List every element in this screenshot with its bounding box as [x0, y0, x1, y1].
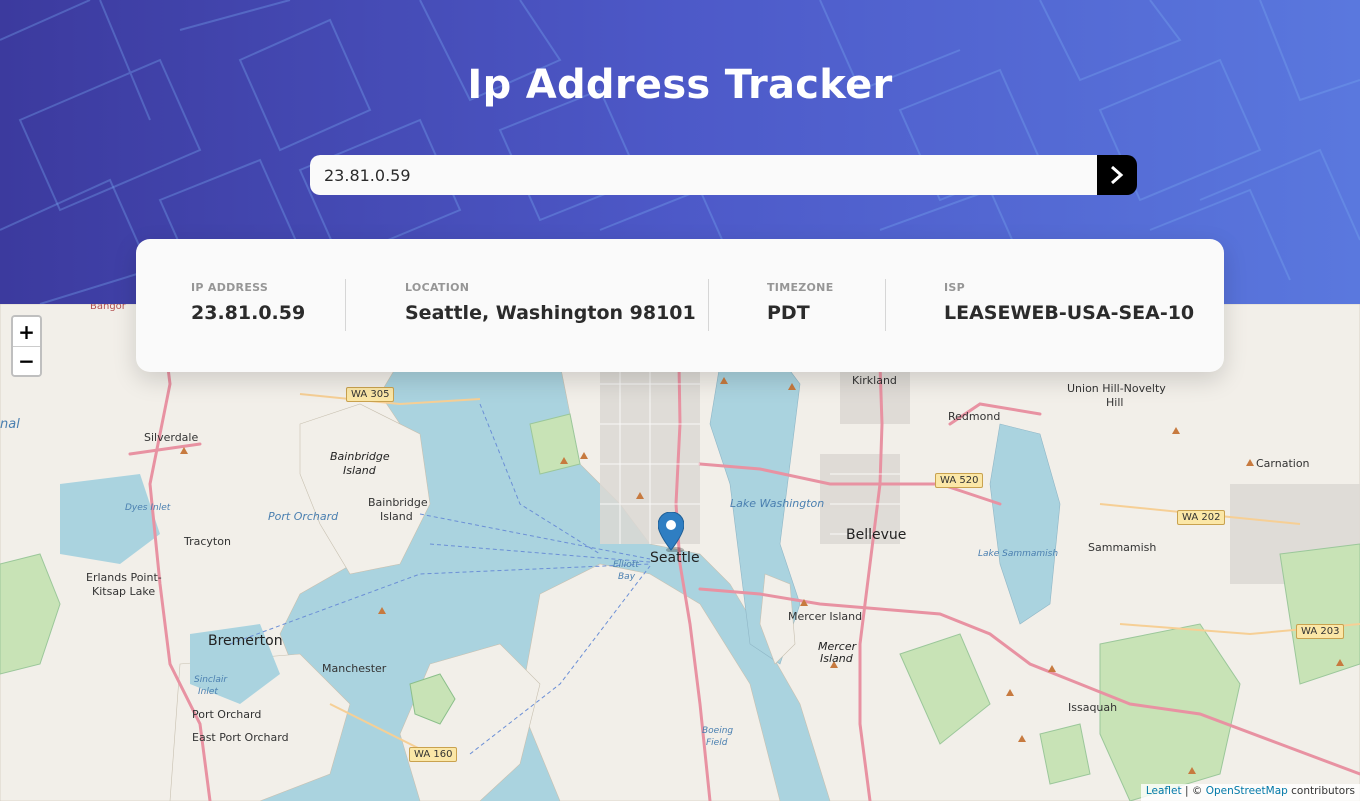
ip-address-value: 23.81.0.59: [191, 302, 306, 324]
map-label-union-hill-2: Hill: [1106, 396, 1124, 409]
search-submit-button[interactable]: [1097, 155, 1137, 195]
map-label-dyes-inlet: Dyes Inlet: [125, 503, 171, 513]
route-shield-wa160: WA 160: [409, 747, 458, 762]
chevron-right-icon: [1111, 165, 1124, 185]
map-label-port-orchard-water: Port Orchard: [268, 510, 339, 523]
map-label-east-port-orchard: East Port Orchard: [192, 731, 289, 744]
map-label-union-hill: Union Hill-Novelty: [1067, 382, 1166, 395]
map-label-bangor: Bangor: [90, 304, 126, 312]
timezone-label: TIMEZONE: [767, 281, 834, 294]
map-label-silverdale: Silverdale: [144, 431, 199, 444]
map-label-erlands-1: Erlands Point-: [86, 571, 162, 584]
divider: [885, 279, 886, 331]
map-label-sinclair-2: Inlet: [198, 687, 218, 697]
map-label-boeing-2: Field: [706, 738, 728, 748]
map-label-redmond: Redmond: [948, 410, 1001, 423]
map-label-boeing-1: Boeing: [702, 726, 734, 736]
map-label-lake-washington: Lake Washington: [730, 497, 825, 510]
map-label-sammamish: Sammamish: [1088, 541, 1157, 554]
map-label-bainbridge-1: Bainbridge: [330, 450, 390, 463]
ip-address-label: IP ADDRESS: [191, 281, 269, 294]
map-label-issaquah: Issaquah: [1068, 701, 1118, 714]
route-shield-wa305: WA 305: [346, 387, 395, 402]
divider: [345, 279, 346, 331]
map-label-bellevue: Bellevue: [846, 527, 907, 543]
isp-value: LEASEWEB-USA-SEA-10: [944, 302, 1195, 324]
isp-section: ISP LEASEWEB-USA-SEA-10: [944, 281, 1194, 324]
map-label-bremerton: Bremerton: [208, 633, 283, 649]
route-shield-wa520: WA 520: [935, 473, 984, 488]
location-label: LOCATION: [405, 281, 470, 294]
map-attribution: Leaflet | © OpenStreetMap contributors: [1140, 784, 1360, 801]
map-label-mercer-island: Mercer Island: [788, 610, 863, 623]
divider: [708, 279, 709, 331]
attribution-contributors: contributors: [1287, 785, 1355, 797]
map-label-manchester: Manchester: [322, 662, 387, 675]
zoom-out-button[interactable]: −: [13, 346, 40, 375]
attribution-separator: | ©: [1181, 785, 1206, 797]
page-title: Ip Address Tracker: [467, 62, 893, 108]
info-card: IP ADDRESS 23.81.0.59 LOCATION Seattle, …: [136, 239, 1224, 372]
map-label-bainbridge-2: Island: [343, 464, 376, 477]
route-shield-wa202: WA 202: [1177, 510, 1226, 525]
ip-address-section: IP ADDRESS 23.81.0.59: [191, 281, 305, 324]
route-shield-wa203: WA 203: [1296, 624, 1345, 639]
isp-label: ISP: [944, 281, 965, 294]
map-label-port-orchard: Port Orchard: [192, 708, 262, 721]
map-label-kirkland: Kirkland: [852, 374, 897, 387]
map-label-erlands-2: Kitsap Lake: [92, 585, 156, 598]
map-pin-icon[interactable]: [657, 511, 685, 556]
location-value: Seattle, Washington 98101: [405, 302, 696, 324]
osm-link[interactable]: OpenStreetMap: [1206, 785, 1288, 797]
search-bar: [310, 155, 1137, 195]
ip-search-input[interactable]: [310, 155, 1097, 195]
map-label-sinclair-1: Sinclair: [194, 675, 228, 685]
map-label-bainbridge-town-2: Island: [380, 510, 413, 523]
location-section: LOCATION Seattle, Washington 98101: [405, 281, 696, 324]
timezone-value: PDT: [767, 302, 810, 324]
timezone-section: TIMEZONE PDT: [767, 281, 834, 324]
map-label-elliott-2: Bay: [618, 572, 636, 582]
zoom-in-button[interactable]: +: [13, 317, 40, 346]
zoom-control: + −: [11, 315, 42, 377]
map-label-carnation: Carnation: [1256, 457, 1310, 470]
map-label-tracyton: Tracyton: [184, 535, 231, 548]
map-label-elliott-1: Elliott: [613, 560, 639, 570]
map-label-canal: nal: [0, 417, 20, 432]
map-label-lake-sammamish: Lake Sammamish: [978, 549, 1059, 559]
leaflet-link[interactable]: Leaflet: [1146, 785, 1182, 797]
map-label-mercer-park-2: Island: [820, 652, 853, 665]
map-label-bainbridge-town-1: Bainbridge: [368, 496, 428, 509]
